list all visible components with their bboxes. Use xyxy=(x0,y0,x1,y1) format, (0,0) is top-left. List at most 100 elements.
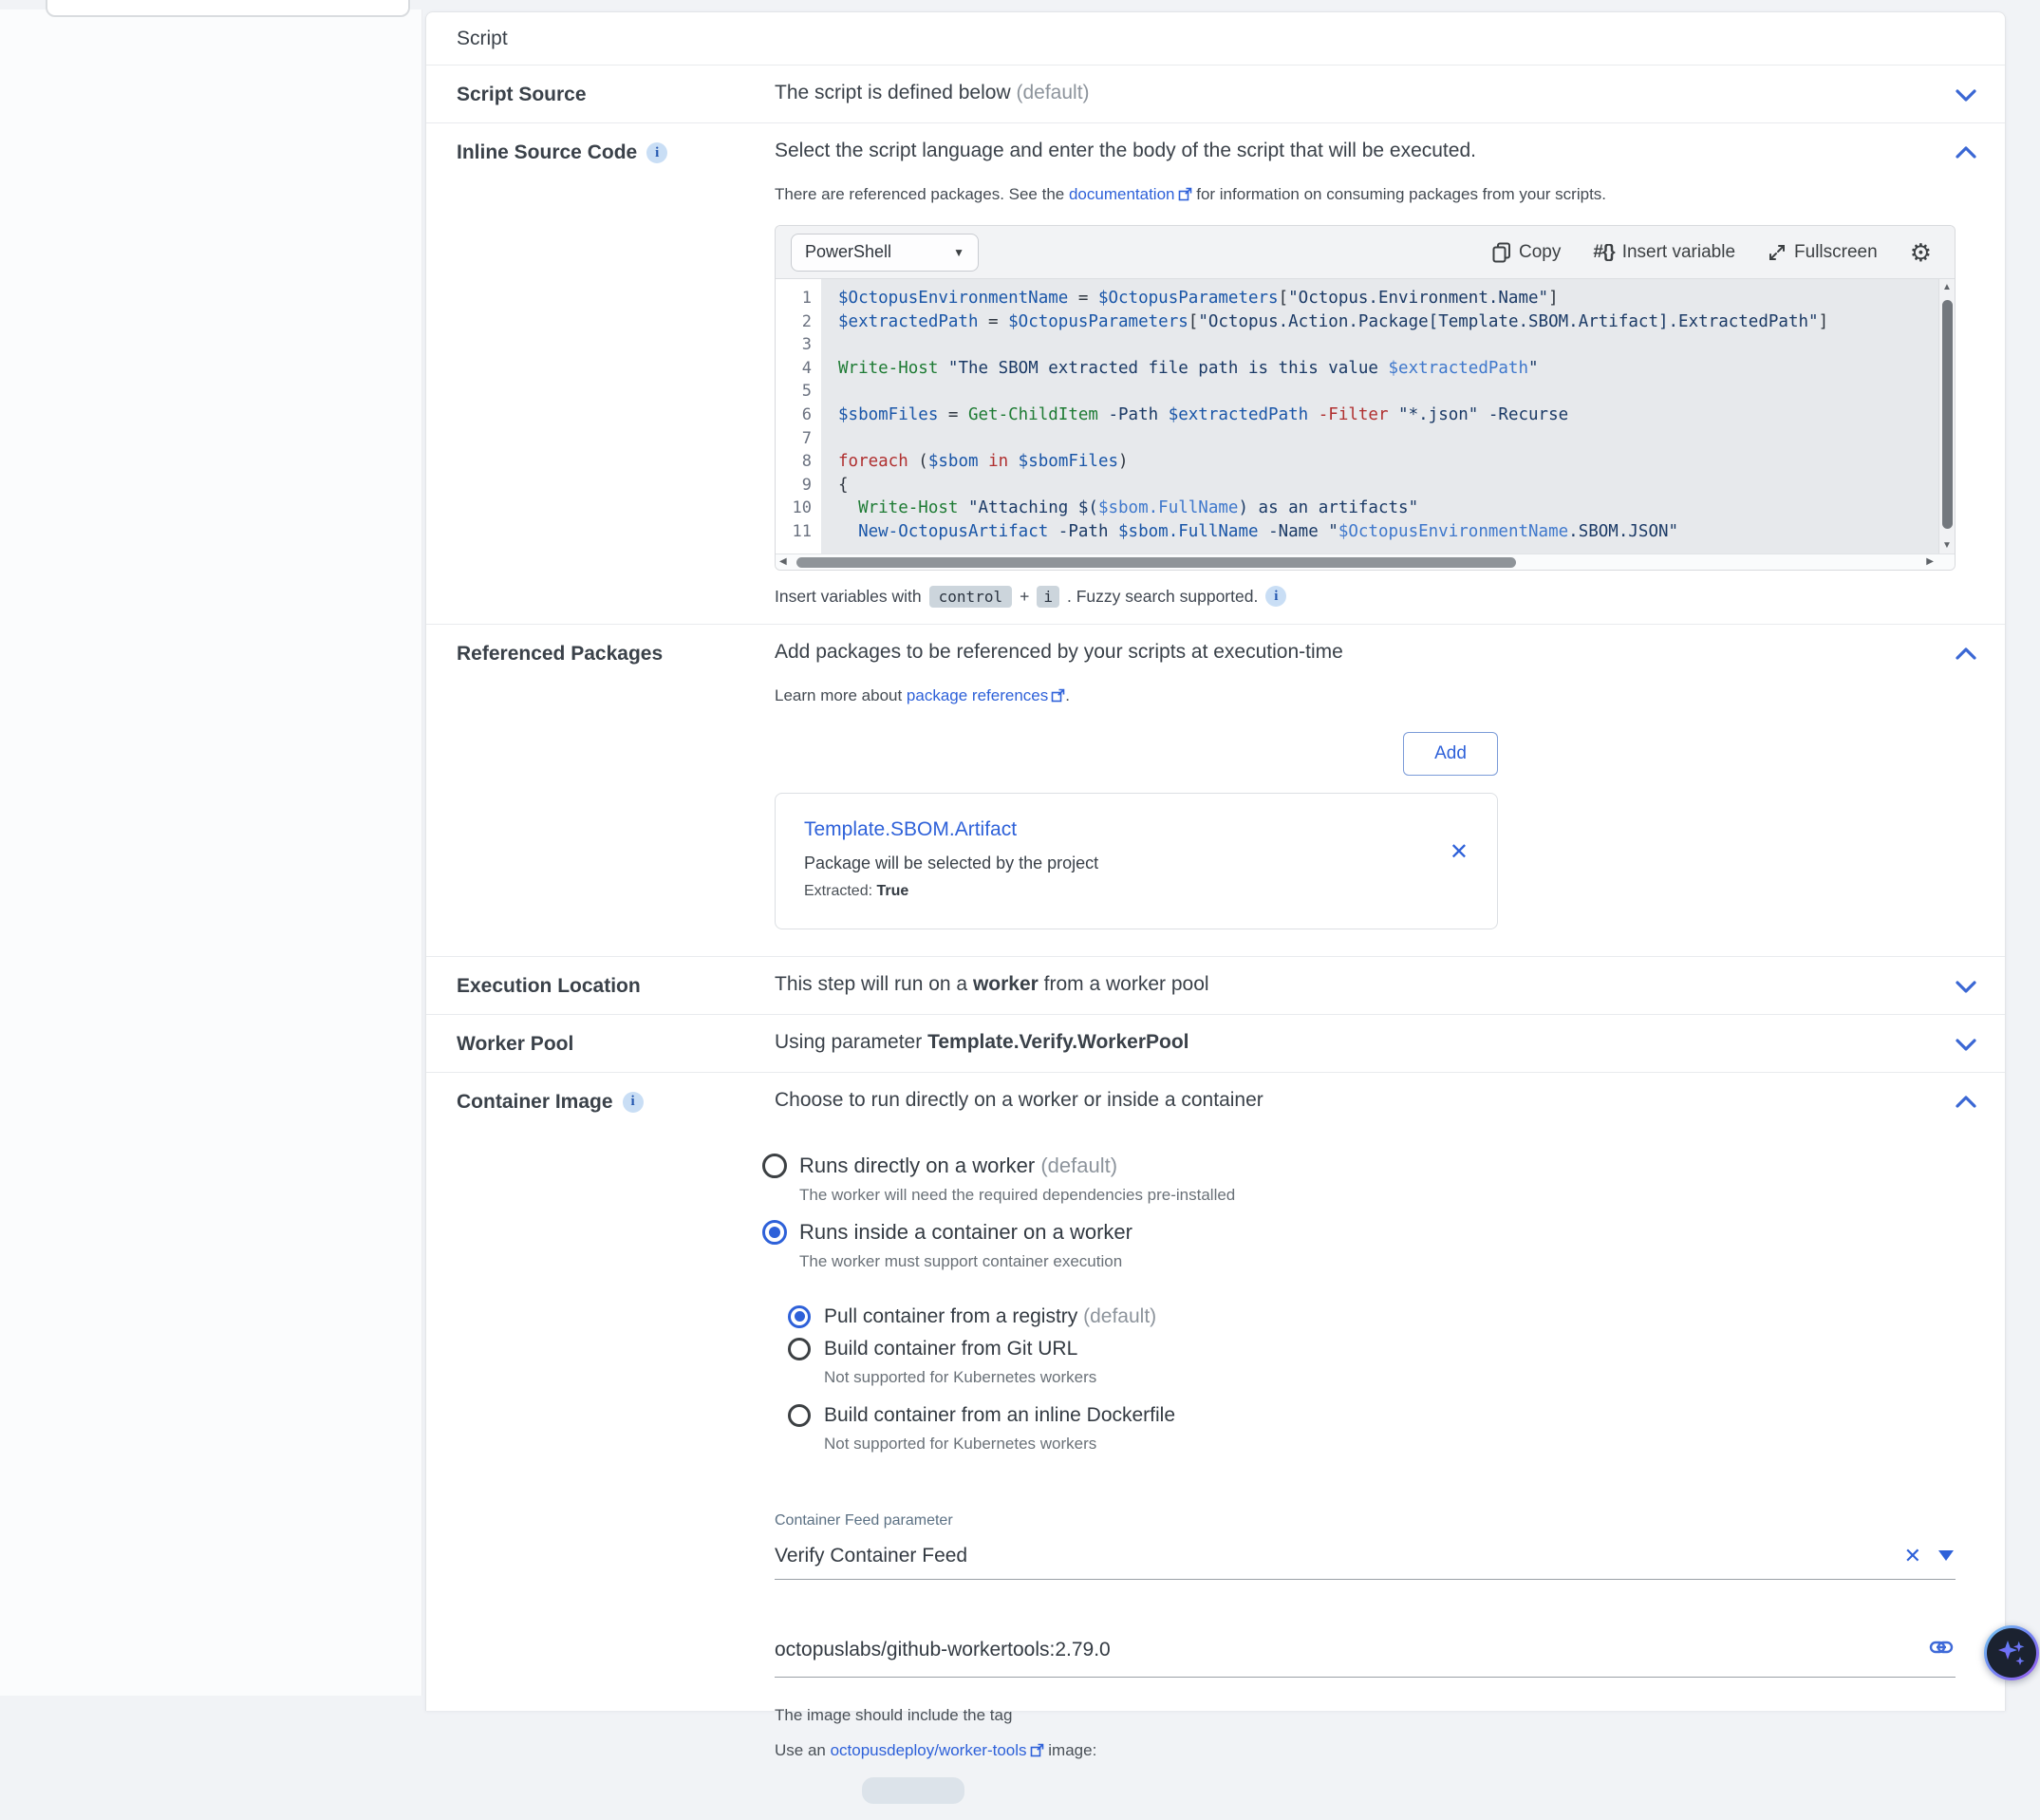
select-caret-icon: ▼ xyxy=(953,246,964,259)
fullscreen-icon xyxy=(1768,243,1787,262)
chevron-down-icon[interactable] xyxy=(1950,1030,1982,1059)
row-worker-pool: Worker Pool Using parameter Template.Ver… xyxy=(426,1015,2005,1073)
container-image-value: octopuslabs/github-workertools:2.79.0 xyxy=(775,1639,1914,1661)
chevron-down-icon[interactable] xyxy=(1950,81,1982,109)
script-step-card: Script Script Source The script is defin… xyxy=(425,11,2006,1711)
info-icon[interactable]: i xyxy=(1265,586,1286,607)
vertical-scroll-thumb[interactable] xyxy=(1942,300,1953,529)
editor-body[interactable]: 1234567891011 $OctopusEnvironmentName = … xyxy=(776,279,1955,554)
info-icon[interactable]: i xyxy=(646,142,667,163)
radio-runs-directly[interactable]: Runs directly on a worker (default) xyxy=(762,1154,1956,1178)
bind-variable-icon[interactable] xyxy=(1929,1635,1954,1665)
left-sidebar xyxy=(0,9,422,1696)
ai-assistant-button[interactable] xyxy=(1984,1625,2039,1680)
code-line xyxy=(838,333,1919,357)
language-select[interactable]: PowerShell ▼ xyxy=(791,234,979,272)
scroll-down-icon[interactable]: ▼ xyxy=(1939,540,1955,551)
radio-hint: Not supported for Kubernetes workers xyxy=(824,1435,1956,1454)
package-extracted: Extracted: True xyxy=(804,883,1469,900)
code-line: $extractedPath = $OctopusParameters["Oct… xyxy=(838,310,1919,334)
script-source-label: Script Source xyxy=(457,82,775,106)
row-execution-location: Execution Location This step will run on… xyxy=(426,957,2005,1015)
container-feed-select[interactable]: Verify Container Feed ✕ xyxy=(775,1535,1956,1580)
dropdown-caret-icon[interactable] xyxy=(1938,1550,1954,1561)
radio-hint: The worker must support container execut… xyxy=(799,1252,1956,1271)
chevron-up-icon[interactable] xyxy=(1950,139,1982,167)
external-link-icon xyxy=(1051,688,1065,707)
radio-pull-from-registry[interactable]: Pull container from a registry (default) xyxy=(788,1305,1956,1328)
execution-location-value: This step will run on a worker from a wo… xyxy=(775,973,1956,996)
editor-toolbar-actions: Copy #{} Insert variable Fullscreen ⚙ xyxy=(1492,240,1932,265)
external-link-icon xyxy=(1030,1743,1044,1762)
radio-runs-inside-container[interactable]: Runs inside a container on a worker xyxy=(762,1220,1956,1245)
worker-pool-label: Worker Pool xyxy=(457,1031,775,1056)
gear-icon[interactable]: ⚙ xyxy=(1910,240,1932,265)
copy-button[interactable]: Copy xyxy=(1492,242,1561,263)
container-image-content: Choose to run directly on a worker or in… xyxy=(775,1089,1956,1804)
radio-hint: The worker will need the required depend… xyxy=(799,1186,1956,1205)
radio-build-from-git-url[interactable]: Build container from Git URL xyxy=(788,1338,1956,1360)
container-image-input[interactable]: octopuslabs/github-workertools:2.79.0 xyxy=(775,1625,1956,1678)
add-package-button[interactable]: Add xyxy=(1403,732,1498,776)
kbd-control: control xyxy=(929,586,1012,608)
inline-source-description: Select the script language and enter the… xyxy=(775,140,1956,162)
chevron-up-icon[interactable] xyxy=(1950,640,1982,668)
default-suffix: (default) xyxy=(1016,82,1089,103)
code-line: $OctopusEnvironmentName = $OctopusParame… xyxy=(838,287,1919,310)
container-feed-parameter-label: Container Feed parameter xyxy=(775,1512,1956,1529)
inline-source-code-content: Select the script language and enter the… xyxy=(775,140,1956,608)
container-image-description: Choose to run directly on a worker or in… xyxy=(775,1089,1956,1112)
chevron-down-icon[interactable] xyxy=(1950,972,1982,1001)
container-feed-value: Verify Container Feed xyxy=(775,1545,1904,1567)
editor-vertical-scrollbar[interactable]: ▲ ▼ xyxy=(1938,279,1955,554)
code-lines[interactable]: $OctopusEnvironmentName = $OctopusParame… xyxy=(821,279,1938,554)
radio-build-inline-dockerfile[interactable]: Build container from an inline Dockerfil… xyxy=(788,1404,1956,1427)
remove-package-icon[interactable]: ✕ xyxy=(1450,841,1469,864)
package-references-link[interactable]: package references xyxy=(907,686,1048,704)
worker-tools-pill-button[interactable] xyxy=(862,1777,964,1804)
radio-hint: Not supported for Kubernetes workers xyxy=(824,1368,1956,1387)
editor-horizontal-scrollbar[interactable]: ◀ ▶ xyxy=(776,554,1955,570)
clear-feed-icon[interactable]: ✕ xyxy=(1904,1546,1921,1567)
container-source-group: Pull container from a registry (default)… xyxy=(788,1305,1956,1454)
package-description: Package will be selected by the project xyxy=(804,854,1469,873)
scroll-up-icon[interactable]: ▲ xyxy=(1939,282,1955,292)
referenced-packages-description: Add packages to be referenced by your sc… xyxy=(775,641,1956,664)
kbd-i: i xyxy=(1037,586,1059,608)
insert-variable-hint: Insert variables with control + i . Fuzz… xyxy=(775,586,1956,608)
chevron-up-icon[interactable] xyxy=(1950,1088,1982,1116)
code-line: $sbomFiles = Get-ChildItem -Path $extrac… xyxy=(838,403,1919,427)
container-image-label: Container Image i xyxy=(457,1089,775,1114)
fullscreen-button[interactable]: Fullscreen xyxy=(1768,242,1878,263)
row-container-image: Container Image i Choose to run directly… xyxy=(426,1073,2005,1820)
package-name-link[interactable]: Template.SBOM.Artifact xyxy=(804,818,1469,841)
radio-icon xyxy=(788,1338,811,1360)
code-line: New-OctopusArtifact -Path $sbom.FullName… xyxy=(838,520,1919,544)
sparkle-icon xyxy=(1987,1628,2036,1678)
execution-location-label: Execution Location xyxy=(457,973,775,998)
radio-icon xyxy=(762,1220,787,1245)
horizontal-scroll-thumb[interactable] xyxy=(796,557,1516,568)
code-line xyxy=(838,380,1919,403)
code-line: { xyxy=(838,474,1919,497)
script-source-value: The script is defined below (default) xyxy=(775,82,1956,104)
code-line: foreach ($sbom in $sbomFiles) xyxy=(838,450,1919,474)
use-worker-tools-note: Use an octopusdeploy/worker-tools image: xyxy=(775,1741,1956,1762)
documentation-link[interactable]: documentation xyxy=(1069,185,1175,203)
copy-icon xyxy=(1492,242,1511,263)
sidebar-filter-box[interactable] xyxy=(46,0,410,17)
code-editor: PowerShell ▼ Copy #{} Insert variable xyxy=(775,225,1956,571)
worker-tools-link[interactable]: octopusdeploy/worker-tools xyxy=(831,1741,1027,1759)
learn-more-note: Learn more about package references. xyxy=(775,686,1956,707)
section-title: Script xyxy=(426,12,2005,66)
info-icon[interactable]: i xyxy=(623,1092,644,1113)
insert-variable-icon: #{} xyxy=(1593,242,1614,263)
code-gutter: 1234567891011 xyxy=(776,279,821,554)
container-run-mode-group: Runs directly on a worker (default) The … xyxy=(762,1154,1956,1454)
scroll-right-icon[interactable]: ▶ xyxy=(1926,556,1934,567)
radio-icon xyxy=(762,1154,787,1178)
external-link-icon xyxy=(1178,187,1192,206)
scroll-left-icon[interactable]: ◀ xyxy=(779,556,787,567)
insert-variable-button[interactable]: #{} Insert variable xyxy=(1593,242,1735,263)
package-zone: Add Template.SBOM.Artifact Package will … xyxy=(775,732,1498,929)
